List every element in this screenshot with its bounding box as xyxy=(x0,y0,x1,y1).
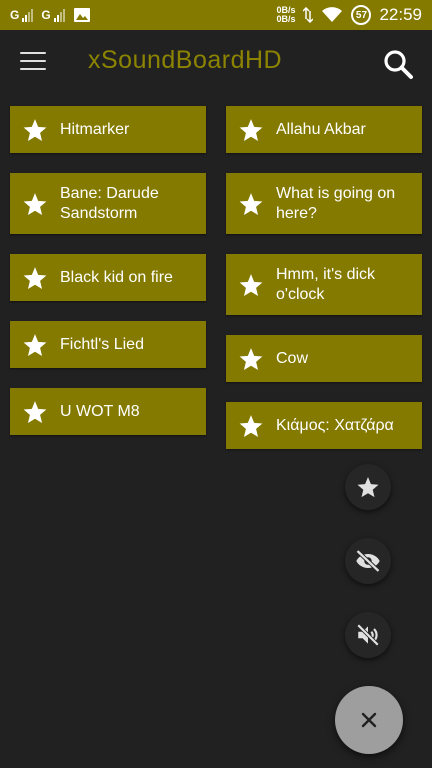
sound-label: Allahu Akbar xyxy=(276,120,366,138)
sim1-signal-icon: G xyxy=(10,8,34,22)
data-arrows-icon xyxy=(303,7,314,23)
sound-label: U WOT M8 xyxy=(60,402,140,420)
sound-button-cow[interactable]: Cow xyxy=(226,335,422,382)
app-bar: xSoundBoardHD xyxy=(0,30,432,96)
close-icon xyxy=(361,712,377,728)
sound-button-allahu-akbar[interactable]: Allahu Akbar xyxy=(226,106,422,153)
star-icon[interactable] xyxy=(238,413,264,439)
sound-label: Hitmarker xyxy=(60,120,130,138)
image-icon xyxy=(73,8,90,22)
star-icon[interactable] xyxy=(22,332,48,358)
star-icon[interactable] xyxy=(238,117,264,143)
sound-label: Black kid on fire xyxy=(60,268,173,286)
star-icon[interactable] xyxy=(22,399,48,425)
app-title: xSoundBoardHD xyxy=(88,46,283,74)
sound-button-what-is-going-on[interactable]: What is going on here? xyxy=(226,173,422,234)
star-icon[interactable] xyxy=(22,117,48,143)
star-icon[interactable] xyxy=(238,346,264,372)
star-icon[interactable] xyxy=(22,191,48,217)
sound-button-bane[interactable]: Bane: Darude Sandstorm xyxy=(10,173,206,234)
mute-button[interactable] xyxy=(345,612,391,658)
battery-icon: 57 xyxy=(351,5,372,25)
close-fab-button[interactable] xyxy=(335,686,403,754)
volume-off-icon xyxy=(356,623,380,647)
sim2-network-type: G xyxy=(41,8,51,22)
sound-button-fichtl[interactable]: Fichtl's Lied xyxy=(10,321,206,368)
sound-button-kiamos[interactable]: Κιάμος: Χατζάρα xyxy=(226,402,422,449)
sound-label: Bane: Darude Sandstorm xyxy=(60,184,159,222)
hide-button[interactable] xyxy=(345,538,391,584)
status-right: 0B/s 0B/s 57 22:59 xyxy=(276,5,422,25)
sound-label: Κιάμος: Χατζάρα xyxy=(276,416,394,434)
network-speed: 0B/s 0B/s xyxy=(276,6,295,24)
sound-button-u-wot-m8[interactable]: U WOT M8 xyxy=(10,388,206,435)
sound-label: Hmm, it's dick o'clock xyxy=(276,265,376,303)
hamburger-menu-icon[interactable] xyxy=(20,52,46,74)
star-icon xyxy=(357,477,379,498)
sound-button-dick-oclock[interactable]: Hmm, it's dick o'clock xyxy=(226,254,422,315)
sound-button-hitmarker[interactable]: Hitmarker xyxy=(10,106,206,153)
status-clock: 22:59 xyxy=(379,5,422,24)
star-icon[interactable] xyxy=(238,191,264,217)
favorites-filter-button[interactable] xyxy=(345,464,391,510)
net-down-speed: 0B/s xyxy=(276,14,296,24)
star-icon[interactable] xyxy=(22,265,48,291)
sound-button-black-kid[interactable]: Black kid on fire xyxy=(10,254,206,301)
status-left: G G xyxy=(10,7,91,23)
sim2-signal-icon: G xyxy=(41,8,65,22)
sound-label: Fichtl's Lied xyxy=(60,335,144,353)
sound-label: Cow xyxy=(276,349,309,367)
wifi-icon xyxy=(322,7,343,22)
status-bar: G G 0B/s 0B/s 57 22:59 xyxy=(0,0,432,30)
star-icon[interactable] xyxy=(238,272,264,298)
search-icon[interactable] xyxy=(382,48,414,80)
sound-label: What is going on here? xyxy=(276,184,396,222)
battery-level: 57 xyxy=(355,9,368,21)
sim1-network-type: G xyxy=(10,8,20,22)
eye-off-icon xyxy=(356,549,380,573)
